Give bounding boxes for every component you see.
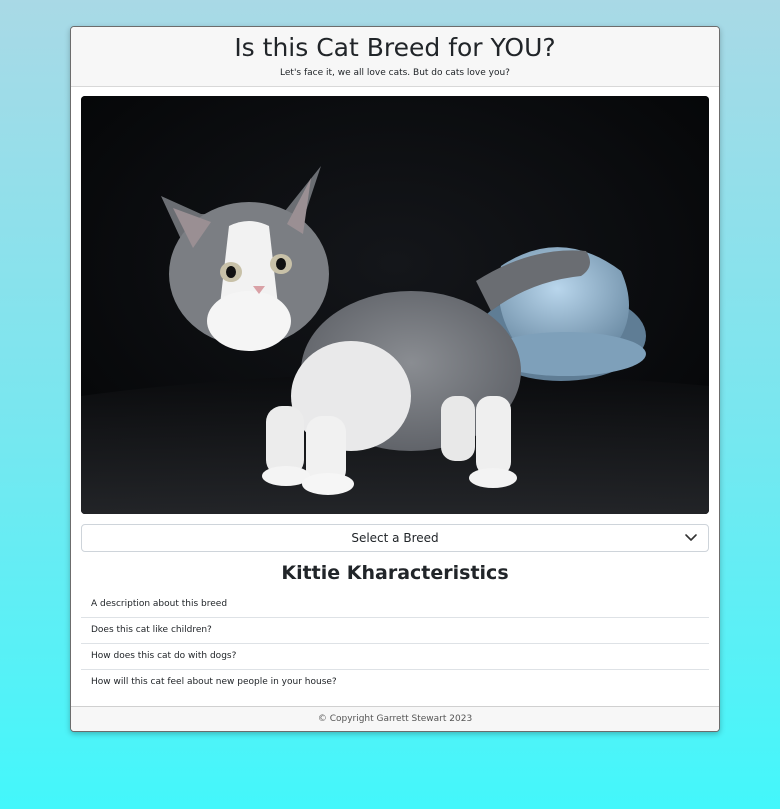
page-subtitle: Let's face it, we all love cats. But do … — [280, 68, 510, 78]
card-header: Is this Cat Breed for YOU? Let's face it… — [71, 27, 719, 87]
list-item: Does this cat like children? — [81, 618, 709, 644]
breed-select-value: Select a Breed — [351, 531, 439, 545]
page-title: Is this Cat Breed for YOU? — [234, 33, 556, 62]
characteristics-title: Kittie Kharacteristics — [281, 562, 509, 584]
footer: © Copyright Garrett Stewart 2023 — [71, 706, 719, 731]
kitten-illustration — [81, 96, 709, 514]
main-card: Is this Cat Breed for YOU? Let's face it… — [70, 26, 720, 732]
list-item: How will this cat feel about new people … — [91, 677, 337, 687]
chevron-down-icon — [684, 525, 698, 551]
breed-select[interactable]: Select a Breed — [81, 524, 709, 552]
list-item: A description about this breed — [81, 592, 709, 618]
list-item: How does this cat do with dogs? — [81, 644, 709, 670]
copyright-text: © Copyright Garrett Stewart 2023 — [317, 714, 473, 724]
characteristics-list: A description about this breed Does this… — [81, 592, 709, 695]
kitten-photo — [81, 96, 709, 514]
